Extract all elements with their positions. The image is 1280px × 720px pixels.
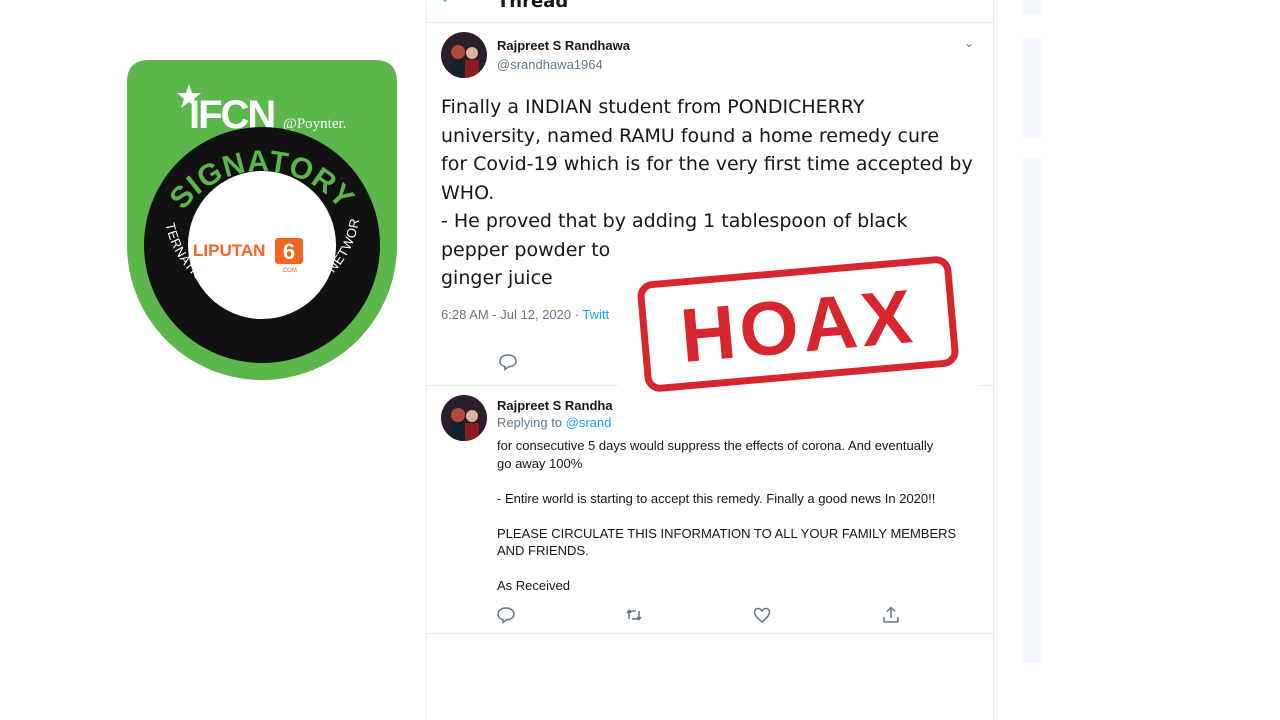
svg-text:LIPUTAN: LIPUTAN — [193, 241, 265, 260]
reply-icon[interactable] — [498, 352, 518, 372]
replying-to: Replying to @srand — [497, 415, 612, 430]
author-name[interactable]: Rajpreet S Randhawa — [497, 38, 630, 53]
arrow-left-icon[interactable]: ← — [441, 0, 456, 9]
thread-header: ← Thread — [427, 0, 993, 23]
page-title: Thread — [497, 0, 569, 12]
svg-text:6: 6 — [283, 239, 295, 264]
sidebar-panel — [1022, 0, 1042, 720]
author-handle[interactable]: @srandhawa1964 — [497, 57, 603, 72]
tweet-timestamp: 6:28 AM - Jul 12, 2020 · Twitt — [441, 307, 610, 322]
retweet-icon[interactable] — [624, 605, 644, 625]
reply-author-name[interactable]: Rajpreet S Randha — [497, 398, 613, 413]
ifcn-signatory-badge: IFCN @Poynter. SIGNATORY INTERNATIONAL F… — [127, 60, 397, 392]
share-icon[interactable] — [881, 605, 901, 625]
divider — [427, 633, 993, 634]
chevron-down-icon[interactable]: ⌄ — [964, 36, 974, 50]
hoax-label: HOAX — [677, 274, 919, 379]
reply-icon[interactable] — [496, 605, 516, 625]
svg-text:.COM: .COM — [281, 268, 297, 274]
poynter-label: @Poynter. — [283, 116, 346, 132]
reply-text: for consecutive 5 days would suppress th… — [497, 438, 957, 593]
avatar[interactable] — [441, 32, 487, 78]
avatar[interactable] — [441, 395, 487, 441]
like-icon[interactable] — [752, 605, 772, 625]
